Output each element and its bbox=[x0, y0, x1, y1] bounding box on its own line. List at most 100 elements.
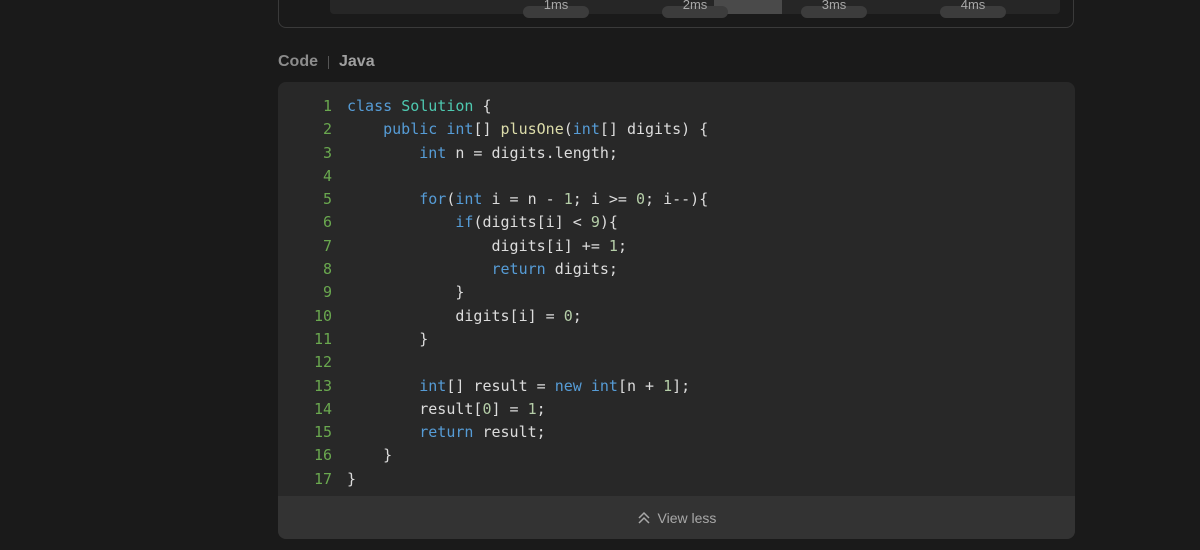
code-token: } bbox=[347, 283, 465, 302]
code-token: n = digits.length; bbox=[446, 143, 618, 162]
line-code: for(int i = n - 1; i >= 0; i--){ bbox=[347, 188, 708, 211]
line-number: 6 bbox=[322, 213, 332, 232]
code-line: 14 result[0] = 1; bbox=[278, 398, 1075, 421]
code-token: plusOne bbox=[500, 120, 564, 139]
line-number: 17 bbox=[313, 469, 332, 488]
code-token: [n + bbox=[617, 376, 664, 395]
code-line: 3 int n = digits.length; bbox=[278, 142, 1075, 165]
code-token: 1 bbox=[663, 376, 673, 395]
line-number: 1 bbox=[322, 97, 332, 115]
line-code: } bbox=[347, 468, 356, 491]
page: 1ms 2ms 3ms 4ms Code Java 1 class Solutio… bbox=[0, 0, 1200, 550]
code-token: result[ bbox=[347, 399, 483, 418]
code-token: ; i--){ bbox=[645, 190, 709, 209]
code-token: 0 bbox=[563, 306, 573, 325]
code-token: return bbox=[419, 423, 474, 442]
line-number: 11 bbox=[313, 329, 332, 348]
code-token: 9 bbox=[590, 213, 600, 232]
code-line: 6 if(digits[i] < 9){ bbox=[278, 211, 1075, 234]
line-number: 12 bbox=[313, 353, 332, 372]
line-code: digits[i] = 0; bbox=[347, 305, 582, 328]
code-language: Java bbox=[339, 53, 375, 70]
code-token: digits[i] = bbox=[347, 306, 564, 325]
code-token: public bbox=[383, 120, 438, 139]
code-token: } bbox=[347, 469, 357, 488]
code-token: [] result = bbox=[446, 376, 555, 395]
line-number: 15 bbox=[313, 423, 332, 442]
header-divider bbox=[328, 55, 329, 69]
code-token: 1 bbox=[563, 190, 573, 209]
code-line: 17} bbox=[278, 468, 1075, 491]
code-line: 15 return result; bbox=[278, 421, 1075, 444]
code-line: 1 class Solution { bbox=[278, 95, 1075, 118]
code-token: 1 bbox=[608, 236, 618, 255]
code-line: 2 public int[] plusOne(int[] digits) { bbox=[278, 118, 1075, 141]
chart-tick-label: 4ms bbox=[940, 0, 1006, 18]
line-number: 13 bbox=[313, 376, 332, 395]
line-code: class Solution { bbox=[347, 95, 492, 118]
line-number: 14 bbox=[313, 399, 332, 418]
line-number: 8 bbox=[322, 260, 332, 279]
code-line: 16 } bbox=[278, 444, 1075, 467]
code-token: int bbox=[455, 190, 483, 209]
line-code: digits[i] += 1; bbox=[347, 235, 626, 258]
code-token: new bbox=[554, 376, 582, 395]
code-token: ){ bbox=[599, 213, 618, 232]
line-code: int n = digits.length; bbox=[347, 142, 618, 165]
chart-tick-label: 2ms bbox=[662, 0, 728, 18]
code-token: i = n - bbox=[482, 190, 564, 209]
line-number: 7 bbox=[322, 236, 332, 255]
view-less-button[interactable]: View less bbox=[278, 496, 1075, 539]
code-token: Solution bbox=[401, 97, 474, 115]
code-title: Code bbox=[278, 53, 318, 70]
code-token: } bbox=[347, 329, 429, 348]
code-token: ; bbox=[572, 306, 582, 325]
line-code: public int[] plusOne(int[] digits) { bbox=[347, 118, 708, 141]
code-line: 9 } bbox=[278, 281, 1075, 304]
code-line: 11 } bbox=[278, 328, 1075, 351]
line-code: return result; bbox=[347, 421, 546, 444]
code-token: int bbox=[446, 120, 474, 139]
line-number: 9 bbox=[322, 283, 332, 302]
code-block[interactable]: 1 class Solution {2 public int[] plusOne(… bbox=[278, 95, 1075, 491]
code-token: ; bbox=[536, 399, 546, 418]
code-line: 8 return digits; bbox=[278, 258, 1075, 281]
code-token: ; i >= bbox=[572, 190, 636, 209]
line-code: int[] result = new int[n + 1]; bbox=[347, 375, 690, 398]
code-token: { bbox=[473, 97, 492, 115]
line-number: 2 bbox=[322, 120, 332, 139]
code-token: ] = bbox=[491, 399, 528, 418]
line-code: return digits; bbox=[347, 258, 618, 281]
line-code: if(digits[i] < 9){ bbox=[347, 211, 618, 234]
code-token: ( bbox=[563, 120, 573, 139]
code-token: digits; bbox=[545, 260, 618, 279]
code-line: 12 bbox=[278, 351, 1075, 374]
code-token: class bbox=[347, 97, 393, 115]
line-code: } bbox=[347, 444, 392, 467]
code-token: int bbox=[590, 376, 618, 395]
code-token: result; bbox=[473, 423, 546, 442]
code-line: 5 for(int i = n - 1; i >= 0; i--){ bbox=[278, 188, 1075, 211]
code-token: } bbox=[347, 446, 393, 465]
code-token: if bbox=[455, 213, 474, 232]
code-card: 1 class Solution {2 public int[] plusOne(… bbox=[278, 82, 1075, 539]
code-token: (digits[i] < bbox=[473, 213, 591, 232]
code-token: return bbox=[491, 260, 546, 279]
code-line: 10 digits[i] = 0; bbox=[278, 305, 1075, 328]
code-token: int bbox=[572, 120, 600, 139]
line-number: 5 bbox=[322, 190, 332, 209]
code-token: [] bbox=[473, 120, 501, 139]
line-code: } bbox=[347, 328, 428, 351]
code-token: 0 bbox=[482, 399, 492, 418]
code-token: [] digits) { bbox=[599, 120, 709, 139]
